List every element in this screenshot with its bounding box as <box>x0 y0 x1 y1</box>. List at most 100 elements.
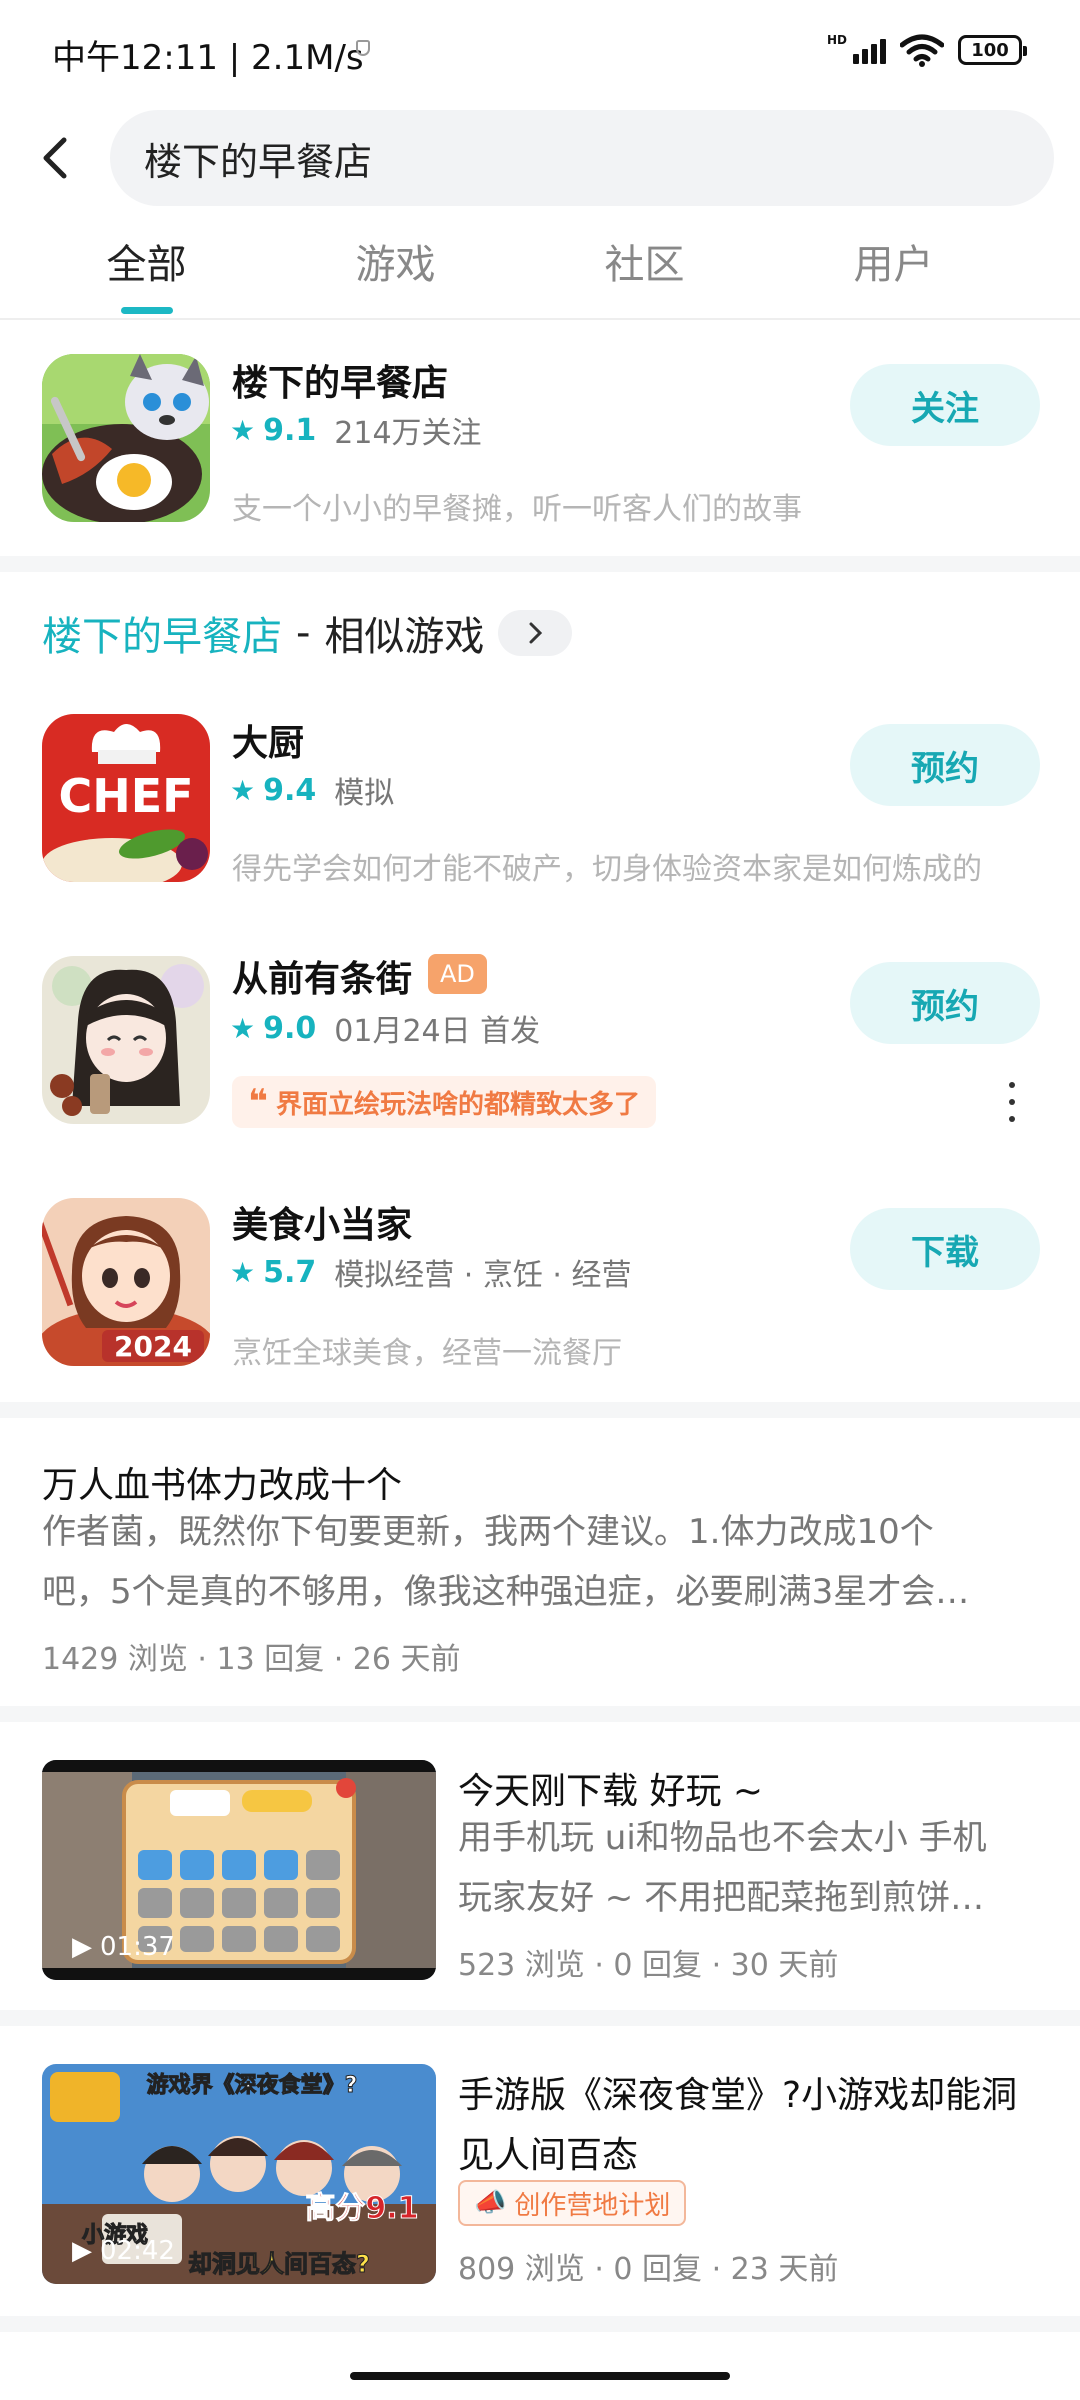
post-body-line: 吧，5个是真的不够用，像我这种强迫症，必要刷满3星才会… <box>42 1572 970 1612</box>
street-icon-art <box>42 956 210 1124</box>
megaphone-icon: 📣 <box>474 2188 507 2218</box>
similar-game-name: 楼下的早餐店 <box>42 614 282 660</box>
star-icon: ★ <box>230 773 256 807</box>
similar-game-rating: 9.4 <box>263 772 317 808</box>
similar-game-tags: 模拟经营 · 烹饪 · 经营 <box>334 1258 632 1293</box>
ad-badge: AD <box>428 954 487 994</box>
game-description: 支一个小小的早餐摊，听一听客人们的故事 <box>232 492 802 527</box>
similar-games-header[interactable]: 楼下的早餐店 - 相似游戏 <box>42 604 573 662</box>
shield-icon <box>356 40 370 56</box>
post-body-line: 玩家友好 ~ 不用把配菜拖到煎饼… <box>458 1878 985 1918</box>
similar-game-rating: 9.0 <box>263 1010 317 1046</box>
section-divider <box>0 556 1080 572</box>
section-divider <box>0 1402 1080 1418</box>
quote-icon: ❝ <box>248 1082 268 1122</box>
breakfast-icon-art <box>42 354 210 522</box>
game-icon-street[interactable] <box>42 956 210 1124</box>
star-icon: ★ <box>230 413 256 447</box>
video-duration-text: 01:37 <box>100 1932 175 1962</box>
battery-level: 100 <box>971 39 1009 61</box>
reserve-button[interactable]: 预约 <box>850 962 1040 1044</box>
tabs-divider <box>0 318 1080 320</box>
result-tabs: 全部 游戏 社区 用户 <box>0 230 1080 320</box>
post-stats: 809 浏览 · 0 回复 · 23 天前 <box>458 2252 839 2287</box>
thumb-headline: 游戏界《深夜食堂》? <box>147 2072 358 2098</box>
similar-game-meta: ★ 5.7 模拟经营 · 烹饪 · 经营 <box>230 1250 631 1294</box>
back-button[interactable] <box>36 130 76 186</box>
post-body-line: 作者菌，既然你下旬要更新，我两个建议。1.体力改成10个 <box>42 1512 934 1552</box>
similar-game-title[interactable]: 从前有条街 <box>232 950 412 1002</box>
tab-all[interactable]: 全部 <box>22 230 271 320</box>
review-quote-chip: ❝ 界面立绘玩法啥的都精致太多了 <box>232 1076 656 1128</box>
game-meta: ★ 9.1 214万关注 <box>230 408 482 452</box>
thumb-score: 高分9.1 <box>305 2191 418 2226</box>
similar-game-title[interactable]: 大厨 <box>232 714 304 766</box>
post-stats: 1429 浏览 · 13 回复 · 26 天前 <box>42 1642 461 1677</box>
download-button[interactable]: 下载 <box>850 1208 1040 1290</box>
similar-dash: - <box>296 610 311 656</box>
section-divider <box>0 1706 1080 1722</box>
game-title[interactable]: 楼下的早餐店 <box>232 354 448 406</box>
review-quote-text: 界面立绘玩法啥的都精致太多了 <box>275 1089 640 1120</box>
hd-label: HD <box>826 33 847 47</box>
signal-icon <box>853 36 886 64</box>
tab-users[interactable]: 用户 <box>769 230 1018 320</box>
back-arrow-icon <box>43 137 67 179</box>
tab-community[interactable]: 社区 <box>520 230 769 320</box>
post-title[interactable]: 今天刚下载 好玩 ~ <box>458 1762 763 1814</box>
food-master-icon-art: 2024 <box>42 1198 210 1366</box>
similar-game-release: 01月24日 首发 <box>334 1014 541 1049</box>
similar-game-rating: 5.7 <box>263 1254 317 1290</box>
tab-games[interactable]: 游戏 <box>271 230 520 320</box>
similar-game-genre: 模拟 <box>334 776 395 811</box>
section-divider <box>0 2316 1080 2332</box>
video-duration: ▶ 02:42 <box>72 2236 175 2266</box>
search-box[interactable] <box>110 110 1054 206</box>
similar-game-meta: ★ 9.4 模拟 <box>230 768 394 812</box>
similar-suffix: 相似游戏 <box>324 614 485 660</box>
game-icon-food-master[interactable]: 2024 <box>42 1198 210 1366</box>
play-icon: ▶ <box>72 1932 92 1962</box>
video-duration: ▶ 01:37 <box>72 1932 175 1962</box>
video-thumbnail[interactable]: 游戏界《深夜食堂》? 高分9.1 小游戏 却洞见人间百态? ▶ 02:42 <box>42 2064 436 2284</box>
section-divider <box>0 2010 1080 2026</box>
status-bar: 中午12:11 | 2.1M/s HD 100 <box>0 0 1080 100</box>
thumb-caption-2: 却洞见人间百态? <box>188 2250 370 2278</box>
wifi-icon <box>900 34 944 67</box>
creator-camp-label: 创作营地计划 <box>514 2190 671 2221</box>
post-title[interactable]: 手游版《深夜食堂》?小游戏却能洞 <box>458 2066 1017 2118</box>
follow-button[interactable]: 关注 <box>850 364 1040 446</box>
post-stats: 523 浏览 · 0 回复 · 30 天前 <box>458 1948 839 1983</box>
chef-icon-text: CHEF <box>58 769 193 823</box>
chef-icon-art: CHEF <box>42 714 210 882</box>
video-thumbnail[interactable]: ▶ 01:37 <box>42 1760 436 1980</box>
chevron-right-icon[interactable] <box>498 610 573 656</box>
video-duration-text: 02:42 <box>100 2236 175 2266</box>
star-icon: ★ <box>230 1255 256 1289</box>
post-body[interactable]: 用手机玩 ui和物品也不会太小 手机 玩家友好 ~ 不用把配菜拖到煎饼… <box>458 1808 987 1928</box>
post-body-line: 用手机玩 ui和物品也不会太小 手机 <box>458 1818 987 1858</box>
post-title[interactable]: 万人血书体力改成十个 <box>42 1456 402 1508</box>
status-icons: HD 100 <box>826 30 1027 70</box>
home-indicator[interactable] <box>350 2372 730 2380</box>
similar-game-description: 得先学会如何才能不破产，切身体验资本家是如何炼成的 <box>232 852 982 887</box>
play-icon: ▶ <box>72 2236 92 2266</box>
more-options-icon[interactable] <box>1002 1082 1022 1122</box>
post-title-line-2[interactable]: 见人间百态 <box>458 2126 638 2178</box>
search-results-page: 中午12:11 | 2.1M/s HD 100 全部 游戏 社区 用户 <box>0 0 1080 2400</box>
similar-game-title[interactable]: 美食小当家 <box>232 1196 412 1248</box>
creator-camp-chip[interactable]: 📣 创作营地计划 <box>458 2180 687 2226</box>
game-icon-breakfast-shop[interactable] <box>42 354 210 522</box>
reserve-button[interactable]: 预约 <box>850 724 1040 806</box>
game-icon-chef[interactable]: CHEF <box>42 714 210 882</box>
post-body[interactable]: 作者菌，既然你下旬要更新，我两个建议。1.体力改成10个 吧，5个是真的不够用，… <box>42 1502 969 1622</box>
similar-game-description: 烹饪全球美食，经营一流餐厅 <box>232 1336 622 1371</box>
search-input[interactable] <box>144 110 1024 206</box>
year-badge-text: 2024 <box>114 1330 192 1363</box>
similar-game-meta: ★ 9.0 01月24日 首发 <box>230 1006 540 1050</box>
status-time: 中午12:11 | 2.1M/s <box>52 38 364 78</box>
game-rating: 9.1 <box>263 412 317 448</box>
game-followers: 214万关注 <box>334 416 482 451</box>
star-icon: ★ <box>230 1011 256 1045</box>
battery-icon: 100 <box>958 35 1027 65</box>
